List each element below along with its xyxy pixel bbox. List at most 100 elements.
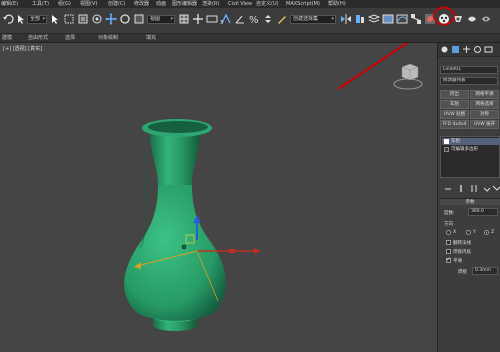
- flip-normals-checkbox[interactable]: [446, 240, 451, 245]
- svg-text:%: %: [249, 15, 259, 25]
- undo-icon[interactable]: [2, 13, 14, 25]
- align-icon[interactable]: [354, 13, 366, 25]
- percent-snap-icon[interactable]: %: [248, 13, 260, 25]
- menu-animation[interactable]: 动画: [156, 0, 166, 8]
- direction-z-radio[interactable]: [484, 230, 489, 235]
- parameters-rollout-header[interactable]: 参数: [440, 198, 500, 205]
- direction-x-radio[interactable]: [446, 230, 451, 235]
- menu-rendering[interactable]: 渲染(R): [202, 0, 219, 8]
- display-tab-icon[interactable]: [484, 45, 493, 54]
- uvw-map-button[interactable]: UVW 贴图: [440, 110, 469, 119]
- meshsmooth-button[interactable]: 网格平滑: [470, 90, 499, 99]
- mesh-select-button[interactable]: 网格选择: [470, 100, 499, 109]
- layer-explorer-icon[interactable]: [368, 13, 380, 25]
- weld-core-checkbox[interactable]: [446, 249, 451, 254]
- snaps-toggle-icon[interactable]: 3: [220, 13, 232, 25]
- direction-x-label: X: [453, 230, 457, 235]
- keyboard-shortcut-icon[interactable]: [206, 13, 218, 25]
- pin-stack-icon[interactable]: [443, 184, 453, 193]
- extrude-button[interactable]: 挤出: [440, 90, 469, 99]
- select-icon[interactable]: [49, 13, 61, 25]
- modifier-stack: 车削 可编辑多边形: [440, 136, 500, 178]
- weld-spinner[interactable]: 0.3mm: [472, 267, 498, 275]
- edit-named-selection-icon[interactable]: [276, 13, 288, 25]
- modify-tab-icon[interactable]: [451, 45, 460, 54]
- angle-snap-icon[interactable]: [234, 13, 246, 25]
- perspective-viewport[interactable]: [+] [透视] [真实]: [0, 43, 438, 352]
- schematic-view-icon[interactable]: [410, 13, 422, 25]
- menu-modifiers[interactable]: 修改器: [134, 0, 149, 8]
- toggle-ribbon-icon[interactable]: [382, 13, 394, 25]
- direction-y-label: Y: [473, 230, 476, 235]
- vase-model[interactable]: [124, 119, 226, 331]
- ribbon-tab-selection[interactable]: 选择: [65, 34, 75, 43]
- smooth-label: 平滑: [453, 259, 462, 264]
- ribbon-tab-object-paint[interactable]: 对象绘制: [98, 34, 118, 43]
- menu-customize[interactable]: 自定义(U): [256, 0, 279, 8]
- motion-tab-icon[interactable]: [473, 45, 482, 54]
- stack-item-lathe[interactable]: 车削: [442, 138, 500, 145]
- select-and-move-icon[interactable]: [105, 13, 117, 25]
- smooth-checkbox[interactable]: [446, 256, 451, 263]
- spinner-snap-icon[interactable]: [262, 13, 274, 25]
- render-production-icon[interactable]: [466, 13, 478, 25]
- lightbulb-icon[interactable]: [444, 147, 449, 152]
- remove-modifier-icon[interactable]: [482, 184, 492, 193]
- ribbon-tab-freeform[interactable]: 自由形式: [28, 34, 48, 43]
- ribbon-tab-populate[interactable]: 填充: [146, 34, 156, 43]
- direction-z-label: Z: [491, 230, 495, 235]
- selection-filter-dropdown[interactable]: 全部 ▾: [27, 15, 47, 24]
- ffd-button[interactable]: FFD 4x4x4: [440, 120, 469, 129]
- flip-normals-label: 翻转法线: [453, 241, 471, 246]
- make-unique-icon[interactable]: [469, 184, 479, 193]
- select-object-icon[interactable]: [15, 13, 27, 25]
- main-toolbar: 全部 ▾ 视图 ▾ 3 % 创建选择集 ▾: [0, 8, 500, 34]
- pivot-icon[interactable]: [178, 13, 190, 25]
- svg-text:3: 3: [220, 20, 223, 25]
- menu-bar: 编辑(E) 工具(T) 组(G) 视图(V) 创建(C) 修改器 动画 图形编辑…: [0, 0, 500, 8]
- menu-civil-view[interactable]: Civil View: [228, 0, 252, 8]
- object-name-field[interactable]: Line001: [440, 66, 498, 74]
- mirror-icon[interactable]: [340, 13, 352, 25]
- menu-help[interactable]: 帮助(H): [328, 0, 346, 8]
- configure-modifier-sets-icon[interactable]: [492, 184, 500, 193]
- degrees-spinner[interactable]: 360.0: [468, 208, 498, 216]
- highlight-circle: [433, 6, 455, 26]
- menu-tools[interactable]: 工具(T): [32, 0, 49, 8]
- lathe-button[interactable]: 车削: [440, 100, 469, 109]
- lightbulb-icon[interactable]: [444, 139, 449, 144]
- show-end-result-icon[interactable]: [456, 184, 466, 193]
- create-tab-icon[interactable]: [440, 45, 449, 54]
- menu-maxscript[interactable]: MAXScript(M): [286, 0, 320, 8]
- menu-edit[interactable]: 编辑(E): [1, 0, 18, 8]
- named-selection-set-dropdown[interactable]: 创建选择集 ▾: [290, 15, 336, 24]
- direction-y-radio[interactable]: [466, 230, 471, 235]
- view-cube[interactable]: [393, 63, 423, 90]
- symmetry-button[interactable]: 对称: [470, 110, 499, 119]
- degrees-label: 度数:: [444, 211, 455, 216]
- hierarchy-tab-icon[interactable]: [462, 45, 471, 54]
- direction-label: 方向: [444, 222, 453, 227]
- select-and-rotate-icon[interactable]: [119, 13, 131, 25]
- window-crossing-icon[interactable]: [91, 13, 103, 25]
- modifier-list-dropdown[interactable]: 修改器列表: [440, 77, 498, 85]
- uvw-unwrap-button[interactable]: UVW 展开: [470, 120, 499, 129]
- command-panel-tabs: [438, 43, 500, 57]
- render-iterative-icon[interactable]: [480, 13, 492, 25]
- menu-graph-editors[interactable]: 图形编辑器: [172, 0, 197, 8]
- stack-item-editable-poly[interactable]: 可编辑多边形: [442, 146, 500, 153]
- select-manipulate-icon[interactable]: [192, 13, 204, 25]
- select-and-scale-icon[interactable]: [133, 13, 145, 25]
- weld-label: 焊接: [458, 270, 467, 275]
- weld-core-label: 焊接内核: [453, 250, 471, 255]
- modeling-ribbon: 建模 自由形式 选择 对象绘制 填充: [0, 34, 500, 43]
- menu-views[interactable]: 视图(V): [80, 0, 97, 8]
- menu-group[interactable]: 组(G): [58, 0, 71, 8]
- viewport-scene: [124, 43, 423, 331]
- rectangular-region-icon[interactable]: [63, 13, 75, 25]
- select-by-name-icon[interactable]: [77, 13, 89, 25]
- curve-editor-icon[interactable]: [396, 13, 408, 25]
- ribbon-tab-modeling[interactable]: 建模: [2, 34, 12, 43]
- reference-coordinate-dropdown[interactable]: 视图 ▾: [147, 15, 175, 24]
- menu-create[interactable]: 创建(C): [108, 0, 125, 8]
